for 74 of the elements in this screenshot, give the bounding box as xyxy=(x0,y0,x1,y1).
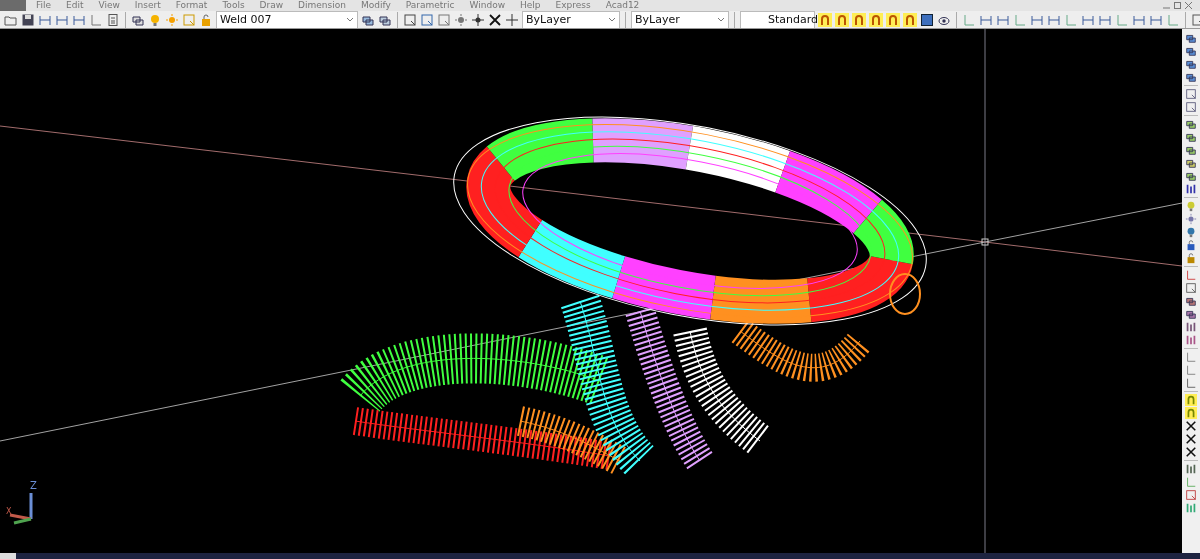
menu-item[interactable]: Draw xyxy=(259,0,284,11)
dropdown-value: ByLayer xyxy=(526,13,571,26)
linetype-dropdown[interactable]: ByLayer xyxy=(631,11,729,28)
angle-icon[interactable] xyxy=(1185,364,1197,376)
bars-icon[interactable] xyxy=(1185,463,1197,475)
copy-icon[interactable] xyxy=(1185,71,1197,83)
layer-icon[interactable] xyxy=(1185,157,1197,169)
layer-icon[interactable] xyxy=(1185,118,1197,130)
chevron-icon xyxy=(346,16,354,23)
frame-icon[interactable] xyxy=(1185,88,1197,100)
chevron-icon xyxy=(608,16,616,23)
layers-icon[interactable] xyxy=(1185,295,1197,307)
lightbulb-icon[interactable] xyxy=(148,12,162,27)
magnet-icon[interactable] xyxy=(852,12,866,27)
layer-icon[interactable] xyxy=(1185,131,1197,143)
cross-icon[interactable] xyxy=(1185,446,1197,458)
menu-item[interactable]: Insert xyxy=(134,0,161,11)
layer-icon[interactable] xyxy=(1185,144,1197,156)
dropdown-value: Weld 007 xyxy=(220,13,272,26)
lock-icon[interactable] xyxy=(1185,239,1197,251)
menu-item[interactable]: Dimension xyxy=(298,0,346,11)
text-style-dropdown[interactable]: Standard xyxy=(740,11,815,28)
menu-item[interactable]: Format xyxy=(175,0,208,11)
frame-icon[interactable] xyxy=(437,12,451,27)
calculator-icon[interactable] xyxy=(106,12,120,27)
menu-item[interactable]: Window xyxy=(469,0,505,11)
rectangle-icon[interactable] xyxy=(403,12,417,27)
close-icon[interactable] xyxy=(1185,2,1192,9)
layer-dropdown[interactable]: Weld 007 xyxy=(216,11,358,28)
zoom-window-icon[interactable] xyxy=(420,12,434,27)
bars-icon[interactable] xyxy=(1185,321,1197,333)
magnet-icon[interactable] xyxy=(835,12,849,27)
angle-icon[interactable] xyxy=(1185,377,1197,389)
node-icon[interactable] xyxy=(471,12,485,27)
layers-icon[interactable] xyxy=(1185,308,1197,320)
menu-item[interactable]: View xyxy=(98,0,120,11)
snap-icon[interactable] xyxy=(454,12,468,27)
chevron-icon xyxy=(717,16,725,23)
frame-icon[interactable] xyxy=(1185,101,1197,113)
lock-icon[interactable] xyxy=(1185,252,1197,264)
lightbulb-icon[interactable] xyxy=(1185,226,1197,238)
menu-item[interactable]: Edit xyxy=(66,0,84,11)
lock-icon[interactable] xyxy=(199,12,213,27)
cross-icon[interactable] xyxy=(1185,433,1197,445)
frame-icon[interactable] xyxy=(1185,489,1197,501)
save-icon[interactable] xyxy=(21,12,35,27)
copy-icon[interactable] xyxy=(1185,58,1197,70)
magnet-icon[interactable] xyxy=(818,12,832,27)
magnet-icon[interactable] xyxy=(886,12,900,27)
menu-item[interactable]: Express xyxy=(555,0,591,11)
angle-icon[interactable] xyxy=(1185,351,1197,363)
bars-icon[interactable] xyxy=(1185,334,1197,346)
lightbulb-icon[interactable] xyxy=(1185,200,1197,212)
copy-icon[interactable] xyxy=(1185,45,1197,57)
menu-item[interactable]: Help xyxy=(520,0,541,11)
magnet-icon[interactable] xyxy=(869,12,883,27)
layer-icon[interactable] xyxy=(1185,170,1197,182)
menu-item[interactable]: Modify xyxy=(360,0,391,11)
maximize-icon[interactable] xyxy=(1174,2,1181,9)
sun-icon[interactable] xyxy=(165,12,179,27)
dropdown-value: ByLayer xyxy=(635,13,680,26)
menu-item[interactable]: File xyxy=(36,0,52,11)
cross-icon[interactable] xyxy=(1185,420,1197,432)
menu-item[interactable]: Acad12 xyxy=(605,0,640,11)
sun-icon[interactable] xyxy=(1185,213,1197,225)
menu-item[interactable]: Tools xyxy=(222,0,245,11)
menu-item[interactable]: Parametric xyxy=(405,0,455,11)
frame-icon[interactable] xyxy=(1185,282,1197,294)
bars-icon[interactable] xyxy=(1185,183,1197,195)
cross-icon[interactable] xyxy=(488,12,502,27)
frame-icon[interactable] xyxy=(182,12,196,27)
magnet-icon[interactable] xyxy=(903,12,917,27)
copy-icon[interactable] xyxy=(1185,32,1197,44)
color-dropdown[interactable]: ByLayer xyxy=(522,11,620,28)
